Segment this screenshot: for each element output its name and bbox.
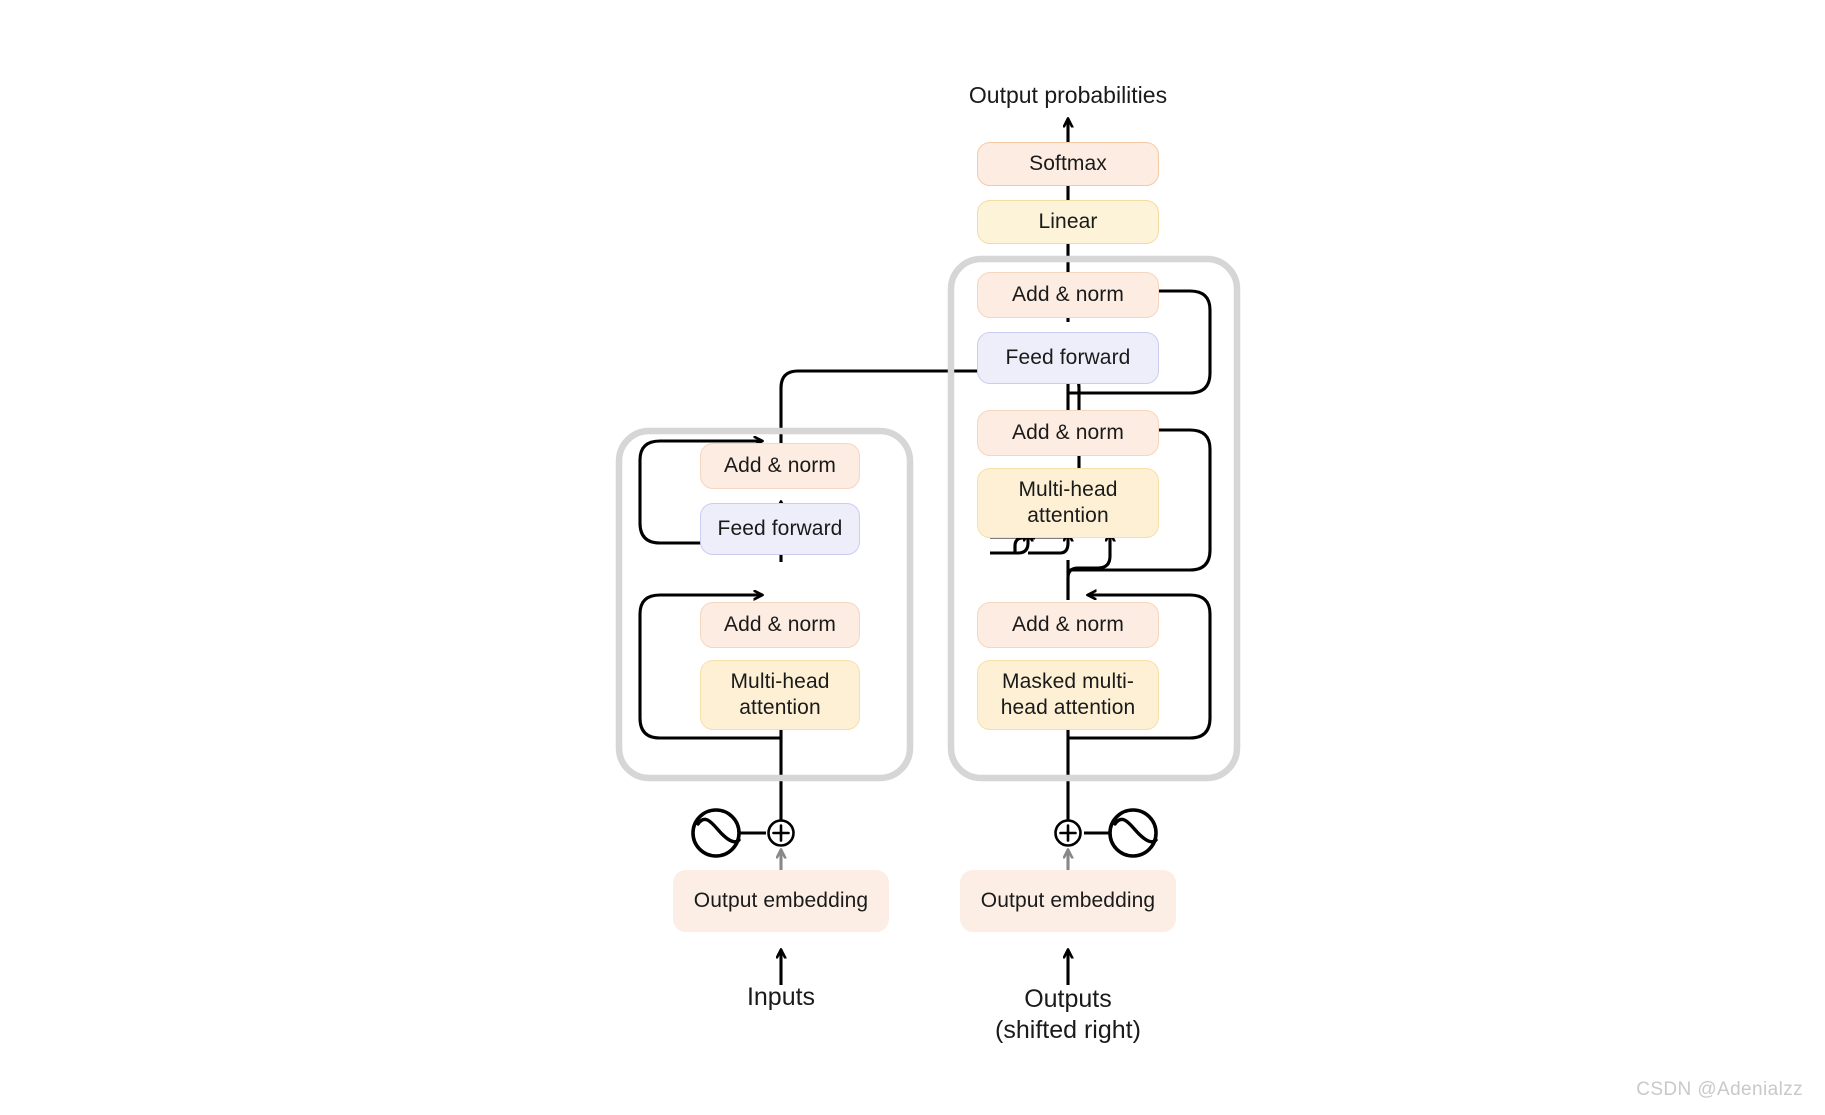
linear-block[interactable]: Linear <box>977 200 1159 244</box>
watermark-label: CSDN @Adenialzz <box>1636 1079 1803 1100</box>
connector-layer <box>615 0 1241 985</box>
transformer-diagram: Output probabilities Softmax Linear Add … <box>0 0 1825 1115</box>
decoder-sum-node <box>1054 819 1082 847</box>
encoder-embedding-block[interactable]: Output embedding <box>673 870 889 932</box>
outputs-label: Outputs (shifted right) <box>995 984 1141 1045</box>
output-probabilities-label: Output probabilities <box>968 81 1168 108</box>
encoder-sum-node <box>767 819 795 847</box>
decoder-add-norm-bottom[interactable]: Add & norm <box>977 602 1159 648</box>
decoder-embedding-block[interactable]: Output embedding <box>960 870 1176 932</box>
decoder-cross-attention[interactable]: Multi-head attention <box>977 468 1159 538</box>
encoder-add-norm-upper[interactable]: Add & norm <box>700 443 860 489</box>
inputs-label: Inputs <box>746 982 816 1011</box>
arrow-cross-attention-query <box>1066 533 1110 600</box>
decoder-feed-forward[interactable]: Feed forward <box>977 332 1159 384</box>
decoder-masked-attention[interactable]: Masked multi- head attention <box>977 660 1159 730</box>
encoder-attention[interactable]: Multi-head attention <box>700 660 860 730</box>
decoder-add-norm-top[interactable]: Add & norm <box>977 272 1159 318</box>
encoder-positional-encoding-icon <box>691 808 741 858</box>
encoder-feed-forward[interactable]: Feed forward <box>700 503 860 555</box>
decoder-positional-encoding-icon <box>1108 808 1158 858</box>
softmax-block[interactable]: Softmax <box>977 142 1159 186</box>
decoder-add-norm-middle[interactable]: Add & norm <box>977 410 1159 456</box>
encoder-add-norm-lower[interactable]: Add & norm <box>700 602 860 648</box>
